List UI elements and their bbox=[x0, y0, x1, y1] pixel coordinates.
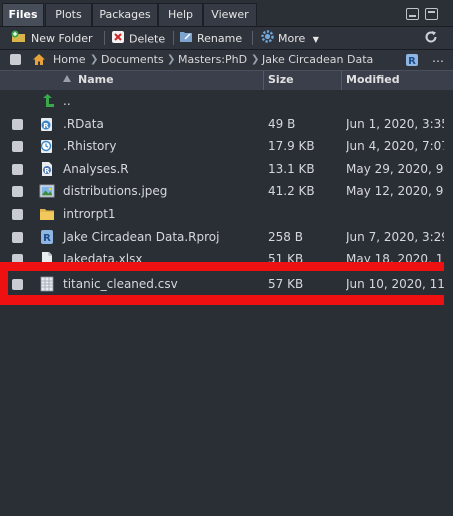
row-checkbox[interactable] bbox=[12, 279, 23, 290]
list-item[interactable]: R Analyses.R 13.1 KB May 29, 2020, 9: bbox=[0, 158, 453, 181]
row-checkbox[interactable] bbox=[12, 209, 23, 220]
tab-plots[interactable]: Plots bbox=[45, 3, 92, 26]
breadcrumb-home[interactable]: Home bbox=[53, 52, 85, 68]
breadcrumb-masters-phd[interactable]: Masters:PhD bbox=[178, 52, 247, 68]
column-divider bbox=[263, 71, 264, 90]
file-size: 57 KB bbox=[268, 277, 304, 291]
column-name[interactable]: Name bbox=[78, 71, 114, 90]
file-name[interactable]: Analyses.R bbox=[63, 158, 129, 181]
rename-button[interactable]: Rename bbox=[179, 30, 242, 46]
pane-tab-strip: Files Plots Packages Help Viewer bbox=[0, 0, 453, 27]
file-size: 258 B bbox=[268, 230, 303, 244]
chevron-right-icon: ❯ bbox=[251, 54, 260, 65]
select-all-checkbox[interactable] bbox=[10, 54, 21, 65]
highlight-box-left bbox=[0, 262, 8, 305]
list-item-parent[interactable]: .. bbox=[0, 90, 453, 113]
home-icon bbox=[32, 53, 46, 69]
row-checkbox[interactable] bbox=[12, 141, 23, 152]
delete-icon bbox=[111, 30, 125, 49]
minimize-pane-icon[interactable] bbox=[406, 8, 419, 20]
file-modified: Jun 1, 2020, 3:35 bbox=[346, 117, 444, 131]
rproj-badge-icon[interactable]: R bbox=[405, 53, 419, 70]
csv-icon bbox=[39, 276, 55, 292]
file-name[interactable]: .RData bbox=[63, 113, 104, 136]
more-button[interactable]: More ▼ bbox=[261, 30, 319, 46]
tab-help[interactable]: Help bbox=[158, 3, 203, 26]
refresh-button[interactable] bbox=[424, 30, 438, 46]
row-checkbox[interactable] bbox=[12, 186, 23, 197]
list-item[interactable]: .Rhistory 17.9 KB Jun 4, 2020, 7:07 bbox=[0, 135, 453, 158]
gear-icon bbox=[261, 30, 274, 48]
file-name[interactable]: .Rhistory bbox=[63, 135, 116, 158]
rproj-icon: R bbox=[39, 229, 55, 245]
tab-packages[interactable]: Packages bbox=[92, 3, 158, 26]
file-modified: Jun 10, 2020, 11 bbox=[346, 277, 444, 291]
folder-icon bbox=[39, 206, 55, 222]
file-modified: May 29, 2020, 9: bbox=[346, 162, 444, 176]
svg-text:R: R bbox=[408, 56, 416, 67]
more-label: More bbox=[278, 32, 306, 45]
new-folder-label: New Folder bbox=[31, 32, 93, 45]
rhistory-icon bbox=[39, 138, 55, 154]
folder-name[interactable]: introrpt1 bbox=[63, 203, 116, 226]
tab-files[interactable]: Files bbox=[2, 3, 44, 26]
file-modified: Jun 7, 2020, 3:29 bbox=[346, 230, 444, 244]
list-item[interactable]: R .RData 49 B Jun 1, 2020, 3:35 bbox=[0, 113, 453, 136]
chevron-right-icon: ❯ bbox=[167, 54, 176, 65]
sort-ascending-icon bbox=[62, 71, 72, 90]
breadcrumb: Home ❯ Documents ❯ Masters:PhD ❯ Jake Ci… bbox=[0, 50, 453, 70]
file-size: 41.2 KB bbox=[268, 184, 315, 198]
svg-text:R: R bbox=[43, 233, 51, 244]
file-size: 49 B bbox=[268, 117, 296, 131]
row-checkbox[interactable] bbox=[12, 164, 23, 175]
maximize-pane-icon[interactable] bbox=[425, 8, 438, 20]
file-name[interactable]: Jake Circadean Data.Rproj bbox=[63, 226, 220, 249]
list-item-highlighted[interactable]: titanic_cleaned.csv 57 KB Jun 10, 2020, … bbox=[0, 273, 453, 296]
files-toolbar: New Folder Delete Rename More ▼ bbox=[0, 27, 453, 50]
list-item[interactable]: introrpt1 bbox=[0, 203, 453, 226]
delete-button[interactable]: Delete bbox=[111, 30, 165, 46]
column-modified[interactable]: Modified bbox=[346, 71, 400, 90]
file-name[interactable]: distributions.jpeg bbox=[63, 180, 167, 203]
delete-label: Delete bbox=[129, 32, 166, 46]
image-icon bbox=[39, 183, 55, 199]
breadcrumb-documents[interactable]: Documents bbox=[101, 52, 164, 68]
highlight-box-top bbox=[0, 262, 453, 271]
file-modified: Jun 4, 2020, 7:07 bbox=[346, 139, 444, 153]
files-pane: Files Plots Packages Help Viewer New Fol… bbox=[0, 0, 453, 516]
row-checkbox[interactable] bbox=[12, 232, 23, 243]
file-list: .. R .RData 49 B Jun 1, 2020, 3:35 .Rhis… bbox=[0, 90, 453, 516]
rename-icon bbox=[179, 30, 193, 48]
svg-text:R: R bbox=[43, 122, 49, 130]
ellipsis-icon[interactable]: … bbox=[432, 51, 444, 65]
file-size: 17.9 KB bbox=[268, 139, 315, 153]
vertical-scrollbar[interactable] bbox=[444, 90, 453, 305]
breadcrumb-current: Jake Circadean Data bbox=[262, 53, 374, 66]
file-list-header: Name Size Modified bbox=[0, 70, 453, 91]
parent-directory-link[interactable]: .. bbox=[63, 90, 71, 113]
list-item[interactable]: R Jake Circadean Data.Rproj 258 B Jun 7,… bbox=[0, 226, 453, 249]
column-size[interactable]: Size bbox=[268, 71, 294, 90]
new-folder-button[interactable]: New Folder bbox=[11, 30, 92, 46]
list-item[interactable]: distributions.jpeg 41.2 KB May 12, 2020,… bbox=[0, 180, 453, 203]
file-name[interactable]: titanic_cleaned.csv bbox=[63, 273, 178, 296]
row-checkbox[interactable] bbox=[12, 119, 23, 130]
svg-text:R: R bbox=[44, 167, 50, 175]
chevron-right-icon: ❯ bbox=[90, 54, 99, 65]
file-size: 13.1 KB bbox=[268, 162, 315, 176]
rdata-icon: R bbox=[39, 116, 55, 132]
chevron-down-icon: ▼ bbox=[312, 35, 319, 44]
highlight-box-bottom bbox=[0, 295, 453, 305]
new-folder-icon bbox=[11, 30, 27, 48]
rename-label: Rename bbox=[197, 32, 243, 45]
file-modified: May 12, 2020, 9: bbox=[346, 184, 444, 198]
tab-viewer[interactable]: Viewer bbox=[203, 3, 257, 26]
up-arrow-icon bbox=[40, 93, 56, 109]
toolbar-divider bbox=[252, 31, 253, 45]
refresh-icon bbox=[424, 31, 438, 47]
column-divider bbox=[341, 71, 342, 90]
toolbar-divider bbox=[173, 31, 174, 45]
toolbar-divider bbox=[104, 31, 105, 45]
r-script-icon: R bbox=[39, 161, 55, 177]
